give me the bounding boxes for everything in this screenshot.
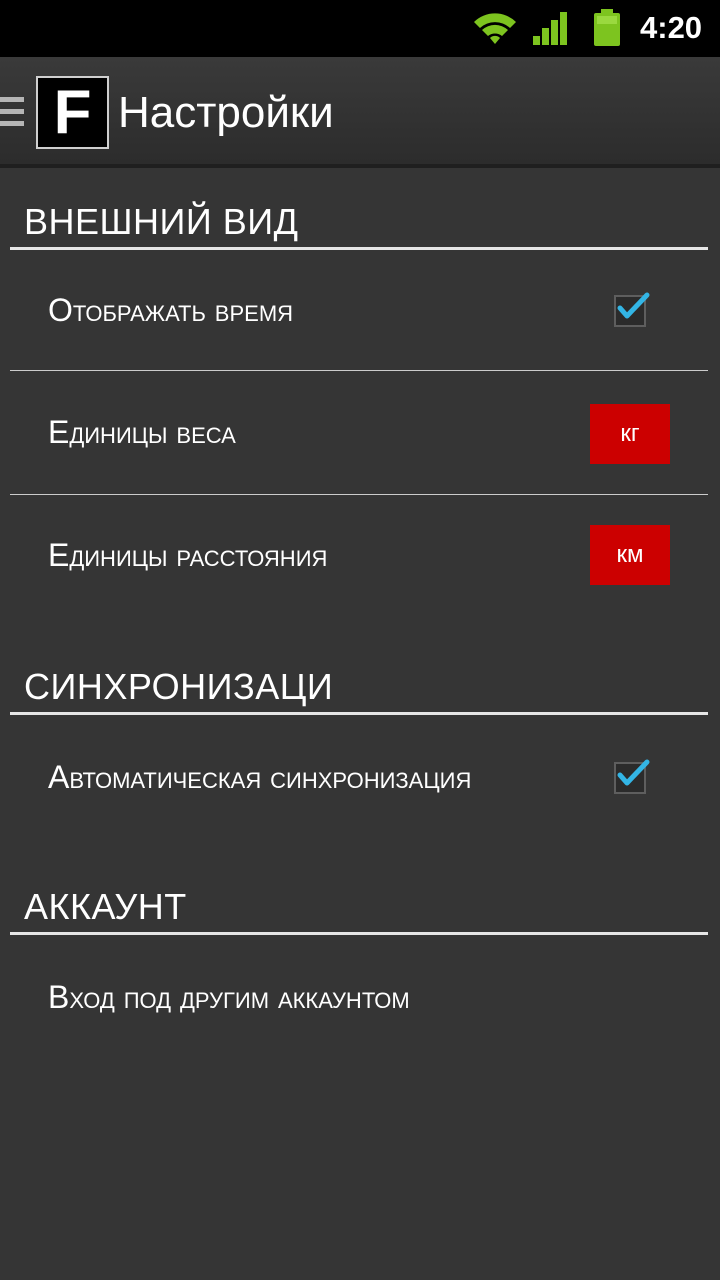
menu-icon[interactable] bbox=[0, 97, 24, 129]
section-header-sync: СИНХРОНИЗАЦИ bbox=[24, 666, 334, 707]
weight-units-button[interactable]: кг bbox=[590, 404, 670, 464]
pref-distance-units-label: Единицы расстояния bbox=[48, 536, 328, 573]
pref-switch-account-label: Вход под другим аккаунтом bbox=[48, 978, 410, 1015]
section-header-appearance: ВНЕШНИЙ ВИД bbox=[24, 201, 299, 242]
status-bar: 4:20 bbox=[0, 0, 720, 57]
page-title: Настройки bbox=[118, 88, 334, 137]
settings-screen: 4:20 F Настройки ВНЕШНИЙ ВИД Отображать … bbox=[0, 0, 720, 1280]
status-clock: 4:20 bbox=[640, 10, 703, 45]
app-logo-letter: F bbox=[53, 77, 92, 147]
app-logo[interactable]: F bbox=[36, 76, 109, 149]
pref-show-time[interactable]: Отображать время bbox=[10, 250, 708, 370]
pref-show-time-label: Отображать время bbox=[48, 291, 294, 328]
auto-sync-checkbox[interactable] bbox=[614, 759, 650, 795]
distance-units-button[interactable]: км bbox=[590, 525, 670, 585]
battery-icon bbox=[594, 9, 620, 46]
show-time-checkbox[interactable] bbox=[614, 292, 650, 328]
wifi-icon bbox=[474, 13, 516, 44]
section-header-account: АККАУНТ bbox=[24, 886, 187, 927]
pref-weight-units-label: Единицы веса bbox=[48, 414, 236, 450]
pref-switch-account[interactable]: Вход под другим аккаунтом bbox=[10, 935, 708, 1059]
pref-auto-sync-label: Автоматическая синхронизация bbox=[48, 758, 472, 795]
signal-icon bbox=[533, 12, 567, 45]
pref-distance-units[interactable]: Единицы расстояния км bbox=[10, 495, 708, 615]
pref-auto-sync[interactable]: Автоматическая синхронизация bbox=[10, 715, 708, 839]
pref-weight-units[interactable]: Единицы веса кг bbox=[10, 371, 708, 494]
action-bar: F Настройки bbox=[0, 57, 720, 168]
